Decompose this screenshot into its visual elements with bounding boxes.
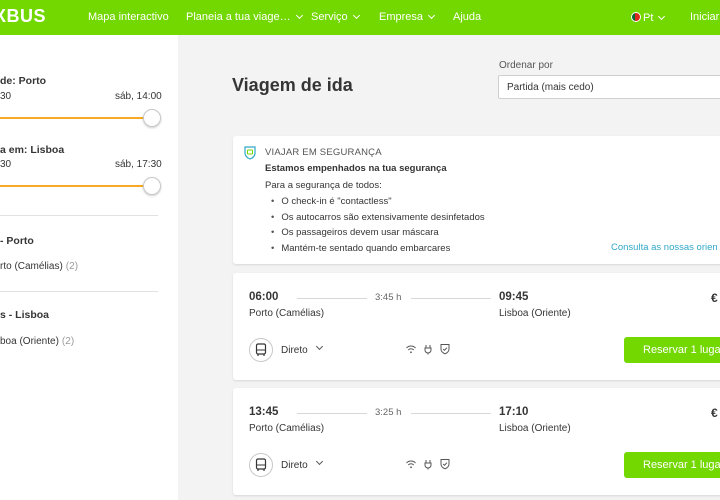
- power-socket-icon: [424, 345, 432, 355]
- departure-time: 13:45: [249, 406, 279, 418]
- nav-help[interactable]: Ajuda: [453, 11, 481, 23]
- wifi-icon: [406, 460, 416, 469]
- list-item: O check-in é "contactless": [271, 196, 485, 212]
- safety-subheading: Estamos empenhados na tua segurança: [265, 163, 447, 174]
- chevron-down-icon[interactable]: [315, 457, 324, 466]
- trip-price: €: [711, 406, 718, 420]
- list-item: Mantém-te sentado quando embarcares: [271, 243, 485, 259]
- trip-result-card[interactable]: 13:45 3:25 h 17:10 Porto (Camélias) Lisb…: [233, 388, 720, 495]
- arrival-stations-title: s - Lisboa: [0, 309, 50, 321]
- safety-shield-icon: [440, 459, 450, 470]
- timeline-divider: [411, 413, 491, 414]
- timeline-divider: [297, 298, 367, 299]
- station-count: (2): [65, 261, 79, 272]
- shield-bus-icon: [244, 146, 256, 160]
- trip-duration: 3:25 h: [375, 407, 402, 418]
- nav-label: Planeia a tua viage…: [186, 11, 291, 23]
- arrival-range-start: 30: [0, 159, 12, 170]
- list-item: Os passageiros devem usar máscara: [271, 227, 485, 243]
- sidebar-divider: [0, 291, 158, 292]
- top-navigation-bar: XBUS Mapa interactivo Planeia a tua viag…: [0, 0, 720, 35]
- page-title: Viagem de ida: [232, 75, 353, 95]
- chevron-down-icon: [427, 11, 436, 20]
- power-socket-icon: [424, 460, 432, 470]
- brand-logo[interactable]: XBUS: [0, 6, 46, 27]
- sidebar-divider: [0, 215, 158, 216]
- nav-service[interactable]: Serviço: [311, 11, 360, 23]
- chevron-down-icon[interactable]: [315, 342, 324, 351]
- bus-icon: [249, 453, 273, 477]
- reserve-seat-button[interactable]: Reservar 1 lugar: [624, 452, 720, 478]
- bus-icon: [249, 338, 273, 362]
- trip-duration: 3:45 h: [375, 292, 402, 303]
- language-selector[interactable]: Pt: [631, 11, 666, 24]
- wifi-icon: [406, 345, 416, 354]
- departure-stations-title: - Porto: [0, 235, 34, 247]
- safety-intro: Para a segurança de todos:: [265, 180, 382, 191]
- departure-station: Porto (Camélias): [249, 308, 325, 319]
- nav-interactive-map[interactable]: Mapa interactivo: [88, 11, 169, 23]
- departure-station: Porto (Camélias): [249, 423, 325, 434]
- departure-time-slider[interactable]: [0, 117, 152, 119]
- filter-sidebar: de: Porto 30 sáb, 14:00 a em: Lisboa 30 …: [0, 35, 178, 500]
- portugal-flag-icon: [631, 12, 641, 22]
- chevron-down-icon: [295, 11, 303, 20]
- departure-range-start: 30: [0, 91, 12, 102]
- nav-label: Ajuda: [453, 11, 482, 23]
- departure-filter-title: de: Porto: [0, 75, 47, 87]
- reserve-seat-button[interactable]: Reservar 1 lugar: [624, 337, 720, 363]
- timeline-divider: [297, 413, 367, 414]
- nav-company[interactable]: Empresa: [379, 11, 436, 23]
- nav-label: Empresa: [379, 11, 424, 23]
- list-item: Os autocarros são extensivamente desinfe…: [271, 212, 484, 228]
- nav-plan-trip[interactable]: Planeia a tua viage…: [186, 11, 303, 23]
- safety-heading: VIAJAR EM SEGURANÇA: [265, 147, 382, 158]
- arrival-station: Lisboa (Oriente): [499, 423, 571, 434]
- arrival-station: Lisboa (Oriente): [499, 308, 571, 319]
- safety-notice-card: VIAJAR EM SEGURANÇA Estamos empenhados n…: [233, 136, 720, 264]
- departure-slider-handle[interactable]: [143, 109, 161, 127]
- sort-select[interactable]: Partida (mais cedo): [498, 75, 720, 99]
- trip-price: €: [711, 291, 718, 305]
- station-name: boa (Oriente): [0, 336, 59, 347]
- nav-label: Serviço: [311, 11, 348, 23]
- trip-type[interactable]: Direto: [281, 345, 308, 356]
- arrival-time: 17:10: [499, 406, 529, 418]
- arrival-filter-title: a em: Lisboa: [0, 144, 65, 156]
- departure-station-option[interactable]: rto (Camélias) (2): [0, 261, 78, 272]
- arrival-time: 09:45: [499, 291, 529, 303]
- chevron-down-icon: [658, 12, 666, 21]
- station-name: rto (Camélias): [0, 261, 63, 272]
- trip-type[interactable]: Direto: [281, 460, 308, 471]
- safety-guidelines-link[interactable]: Consulta as nossas orien: [611, 242, 718, 253]
- safety-shield-icon: [440, 344, 450, 355]
- station-count: (2): [61, 336, 75, 347]
- trip-result-card[interactable]: 06:00 3:45 h 09:45 Porto (Camélias) Lisb…: [233, 273, 720, 380]
- timeline-divider: [411, 298, 491, 299]
- departure-range-end: sáb, 14:00: [115, 91, 162, 102]
- departure-time: 06:00: [249, 291, 279, 303]
- sort-label: Ordenar por: [499, 60, 553, 71]
- login-link[interactable]: Iniciar: [690, 11, 719, 23]
- language-label: Pt: [643, 12, 654, 24]
- arrival-time-slider[interactable]: [0, 185, 152, 187]
- arrival-slider-handle[interactable]: [143, 177, 161, 195]
- arrival-station-option[interactable]: boa (Oriente) (2): [0, 336, 74, 347]
- safety-measures-list: O check-in é "contactless" Os autocarros…: [271, 196, 485, 259]
- nav-label: Mapa interactivo: [88, 11, 169, 23]
- chevron-down-icon: [352, 11, 360, 20]
- arrival-range-end: sáb, 17:30: [115, 159, 162, 170]
